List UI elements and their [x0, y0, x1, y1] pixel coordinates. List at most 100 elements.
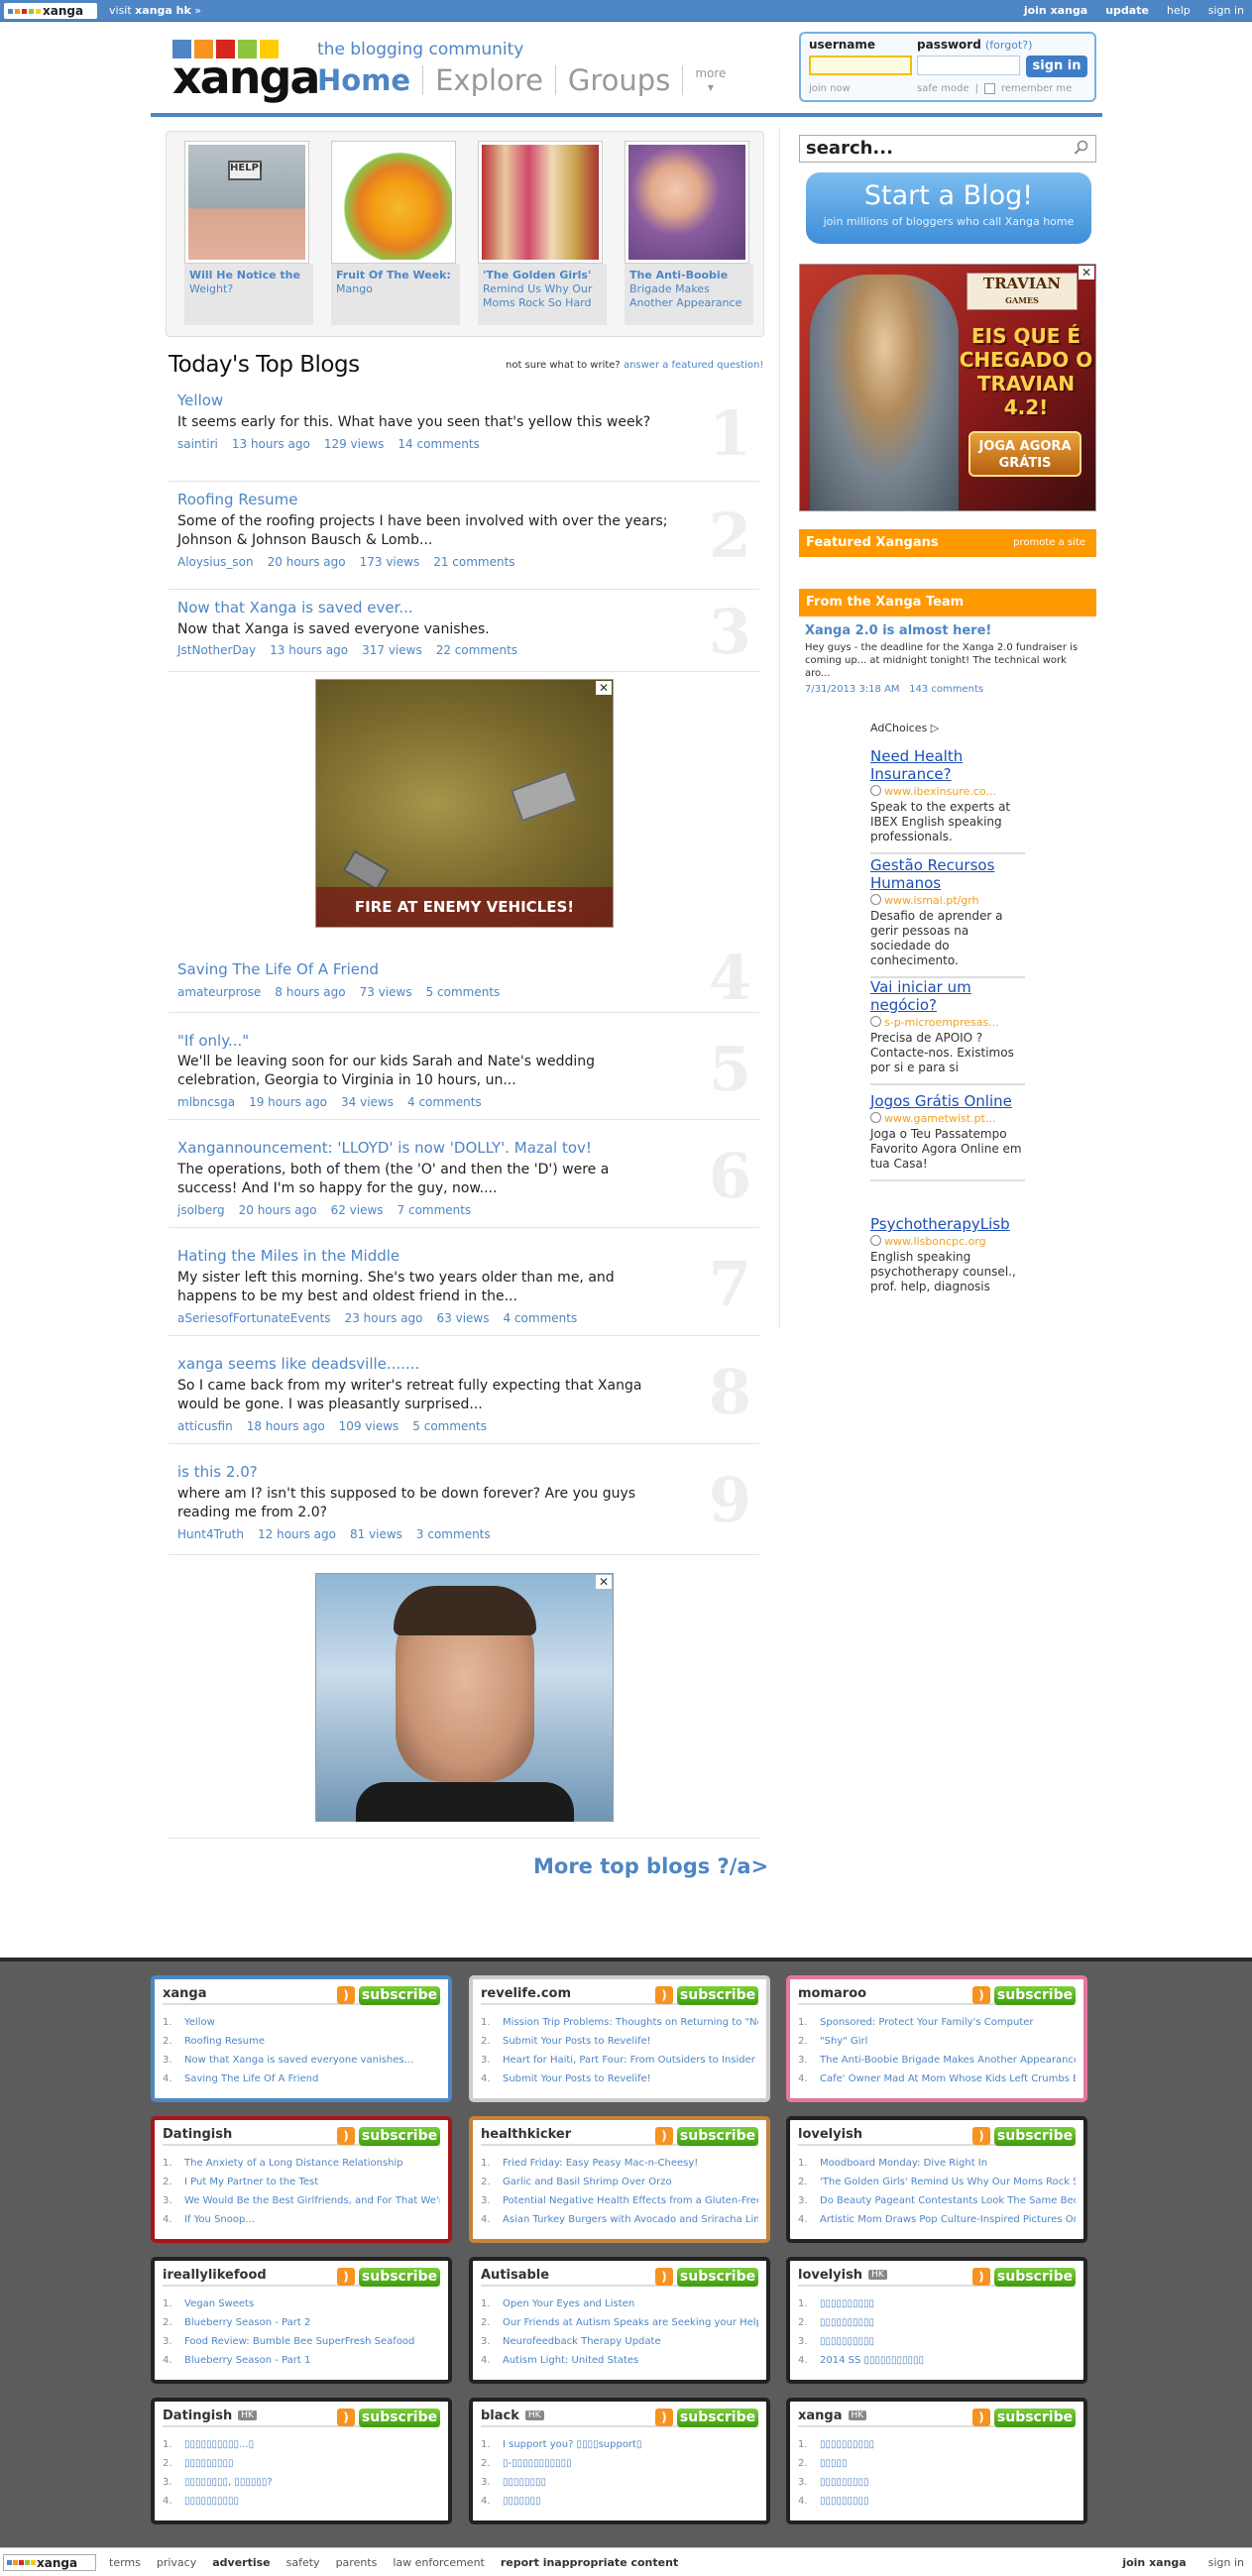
network-post-link[interactable]: Our Friends at Autism Speaks are Seeking… — [503, 2317, 758, 2328]
team-post-date[interactable]: 7/31/2013 3:18 AM — [805, 684, 900, 695]
sign-in-button[interactable]: sign in — [1026, 56, 1087, 77]
blog-title-link[interactable]: Hating the Miles in the Middle — [177, 1247, 399, 1265]
help-link[interactable]: help — [1167, 4, 1191, 17]
network-post-link[interactable]: ▯▯▯▯▯▯▯▯▯▯ — [820, 2336, 874, 2347]
network-post-link[interactable]: If You Snoop... — [184, 2214, 255, 2225]
network-post-item[interactable]: 2. Garlic and Basil Shrimp Over Orzo — [481, 2173, 758, 2191]
network-post-item[interactable]: 4. Cafe' Owner Mad At Mom Whose Kids Left… — [798, 2070, 1076, 2088]
network-post-link[interactable]: Neurofeedback Therapy Update — [503, 2336, 661, 2347]
network-post-item[interactable]: 4. Saving The Life Of A Friend — [163, 2070, 440, 2088]
featured-caption[interactable]: Will He Notice the Weight? — [184, 264, 313, 325]
law-enforcement-link[interactable]: law enforcement — [393, 2556, 485, 2569]
blog-title-link[interactable]: is this 2.0? — [177, 1463, 258, 1481]
comments-link[interactable]: 5 comments — [426, 985, 501, 999]
comments-link[interactable]: 3 comments — [416, 1527, 491, 1541]
network-post-link[interactable]: We Would Be the Best Girlfriends, and Fo… — [184, 2195, 440, 2206]
network-post-item[interactable]: 3. ▯▯▯▯▯▯▯▯, ▯▯▯▯▯▯? — [163, 2473, 440, 2492]
network-post-item[interactable]: 2. ▯-▯▯▯▯▯▯▯▯▯▯▯ — [481, 2454, 758, 2473]
subscribe-button[interactable]: subscribe — [359, 1986, 440, 2005]
rss-icon[interactable]: ) — [972, 2268, 990, 2286]
featured-item[interactable]: 'The Golden Girls' Remind Us Why Our Moms… — [478, 141, 607, 325]
adchoices-label[interactable]: AdChoices ▷ — [870, 722, 939, 734]
network-post-link[interactable]: ▯▯▯▯▯ — [820, 2458, 848, 2469]
network-post-link[interactable]: Artistic Mom Draws Pop Culture-Inspired … — [820, 2214, 1076, 2225]
network-post-item[interactable]: 3. Do Beauty Pageant Contestants Look The… — [798, 2191, 1076, 2210]
network-post-link[interactable]: Heart for Haiti, Part Four: From Outside… — [503, 2055, 755, 2066]
network-post-item[interactable]: 1. Vegan Sweets — [163, 2295, 440, 2313]
text-ad-url[interactable]: www.ismai.pt/grh — [870, 894, 1025, 907]
network-post-item[interactable]: 2. I Put My Partner to the Test — [163, 2173, 440, 2191]
network-post-item[interactable]: 2. ▯▯▯▯▯ — [798, 2454, 1076, 2473]
network-post-item[interactable]: 2. Our Friends at Autism Speaks are Seeki… — [481, 2313, 758, 2332]
network-brand-logo[interactable]: momaroo — [798, 1986, 866, 2001]
network-post-item[interactable]: 2. ▯▯▯▯▯▯▯▯▯▯ — [798, 2313, 1076, 2332]
update-link[interactable]: update — [1105, 4, 1149, 17]
network-post-link[interactable]: ▯▯▯▯▯▯▯▯▯ — [820, 2477, 869, 2488]
network-post-link[interactable]: ▯▯▯▯▯▯▯▯▯ — [184, 2458, 234, 2469]
network-post-item[interactable]: 3. Neurofeedback Therapy Update — [481, 2332, 758, 2351]
time-link[interactable]: 8 hours ago — [275, 985, 345, 999]
network-post-item[interactable]: 3. Food Review: Bumble Bee SuperFresh Sea… — [163, 2332, 440, 2351]
sign-in-link[interactable]: sign in — [1208, 4, 1244, 17]
author-link[interactable]: Aloysius_son — [177, 555, 254, 569]
bottom-logo[interactable]: xanga — [3, 2554, 96, 2571]
network-post-item[interactable]: 4. 2014 SS ▯▯▯▯▯▯▯▯▯▯▯ — [798, 2351, 1076, 2370]
network-post-item[interactable]: 1. ▯▯▯▯▯▯▯▯▯▯ — [798, 2435, 1076, 2454]
text-ad-title[interactable]: Jogos Grátis Online — [870, 1092, 1025, 1110]
more-top-blogs-link[interactable]: More top blogs ?/a> — [533, 1854, 768, 1878]
network-brand-logo[interactable]: healthkicker — [481, 2127, 571, 2142]
featured-item[interactable]: HELP! Will He Notice the Weight? — [184, 141, 313, 325]
subscribe-button[interactable]: subscribe — [994, 1986, 1076, 2005]
network-post-link[interactable]: Roofing Resume — [184, 2036, 265, 2047]
rss-icon[interactable]: ) — [337, 1986, 355, 2004]
network-post-item[interactable]: 3. We Would Be the Best Girlfriends, and … — [163, 2191, 440, 2210]
nav-groups[interactable]: Groups — [556, 65, 684, 95]
author-link[interactable]: jsolberg — [177, 1203, 225, 1217]
golden-girls-photo[interactable] — [478, 141, 603, 264]
blog-title-link[interactable]: xanga seems like deadsville....... — [177, 1355, 419, 1373]
subscribe-button[interactable]: subscribe — [359, 2127, 440, 2146]
network-post-item[interactable]: 4. Artistic Mom Draws Pop Culture-Inspire… — [798, 2210, 1076, 2229]
tank-game-ad[interactable]: ✕ FIRE AT ENEMY VEHICLES! — [315, 679, 614, 928]
network-post-link[interactable]: ▯▯▯▯▯▯▯▯, ▯▯▯▯▯▯? — [184, 2477, 273, 2488]
network-post-item[interactable]: 1. ▯▯▯▯▯▯▯▯▯▯...▯ — [163, 2435, 440, 2454]
network-post-link[interactable]: Cafe' Owner Mad At Mom Whose Kids Left C… — [820, 2073, 1076, 2084]
answer-question-link[interactable]: answer a featured question! — [624, 360, 763, 371]
travian-ad[interactable]: ✕ TRAVIAN GAMES EIS QUE É CHEGADO O TRAVI… — [799, 264, 1096, 511]
network-post-link[interactable]: ▯▯▯▯▯▯▯▯▯ — [820, 2496, 869, 2507]
network-brand-logo[interactable]: Datingish — [163, 2127, 232, 2142]
network-post-link[interactable]: ▯▯▯▯▯▯▯▯▯▯ — [820, 2439, 874, 2450]
text-ad[interactable]: Gestão Recursos Humanos www.ismai.pt/grh… — [870, 856, 1025, 978]
close-icon[interactable]: ✕ — [1079, 266, 1094, 280]
network-brand-logo[interactable]: lovelyish — [798, 2127, 862, 2142]
network-post-link[interactable]: Moodboard Monday: Dive Right In — [820, 2158, 987, 2169]
network-post-item[interactable]: 1. Fried Friday: Easy Peasy Mac-n-Cheesy! — [481, 2154, 758, 2173]
network-post-link[interactable]: Garlic and Basil Shrimp Over Orzo — [503, 2177, 672, 2187]
network-post-link[interactable]: Blueberry Season - Part 1 — [184, 2355, 310, 2366]
network-post-link[interactable]: The Anti-Boobie Brigade Makes Another Ap… — [820, 2055, 1076, 2066]
parents-link[interactable]: parents — [336, 2556, 378, 2569]
comments-link[interactable]: 5 comments — [412, 1419, 487, 1433]
sign-in-link[interactable]: sign in — [1208, 2556, 1244, 2569]
team-post-title[interactable]: Xanga 2.0 is almost here! — [805, 624, 1092, 637]
blog-title-link[interactable]: Saving The Life Of A Friend — [177, 960, 379, 978]
rss-icon[interactable]: ) — [972, 2408, 990, 2426]
network-post-link[interactable]: Yellow — [184, 2017, 215, 2028]
network-brand-logo[interactable]: lovelyish — [798, 2268, 862, 2283]
network-post-item[interactable]: 3. The Anti-Boobie Brigade Makes Another … — [798, 2051, 1076, 2070]
text-ad[interactable]: Need Health Insurance? www.ibexinsure.co… — [870, 747, 1025, 854]
network-post-item[interactable]: 4. ▯▯▯▯▯▯▯▯▯ — [798, 2492, 1076, 2511]
subscribe-button[interactable]: subscribe — [359, 2408, 440, 2427]
text-ad-title[interactable]: PsychotherapyLisb — [870, 1215, 1025, 1233]
remember-me-checkbox[interactable] — [983, 83, 995, 94]
author-link[interactable]: saintiri — [177, 437, 218, 451]
time-link[interactable]: 18 hours ago — [247, 1419, 325, 1433]
rss-icon[interactable]: ) — [337, 2268, 355, 2286]
network-post-item[interactable]: 4. Asian Turkey Burgers with Avocado and … — [481, 2210, 758, 2229]
network-brand-logo[interactable]: Datingish — [163, 2408, 232, 2423]
forgot-link[interactable]: (forgot?) — [985, 39, 1032, 52]
network-post-item[interactable]: 1. Open Your Eyes and Listen — [481, 2295, 758, 2313]
comments-link[interactable]: 22 comments — [436, 643, 517, 657]
network-post-item[interactable]: 4. Blueberry Season - Part 1 — [163, 2351, 440, 2370]
network-post-item[interactable]: 2. 'The Golden Girls' Remind Us Why Our M… — [798, 2173, 1076, 2191]
